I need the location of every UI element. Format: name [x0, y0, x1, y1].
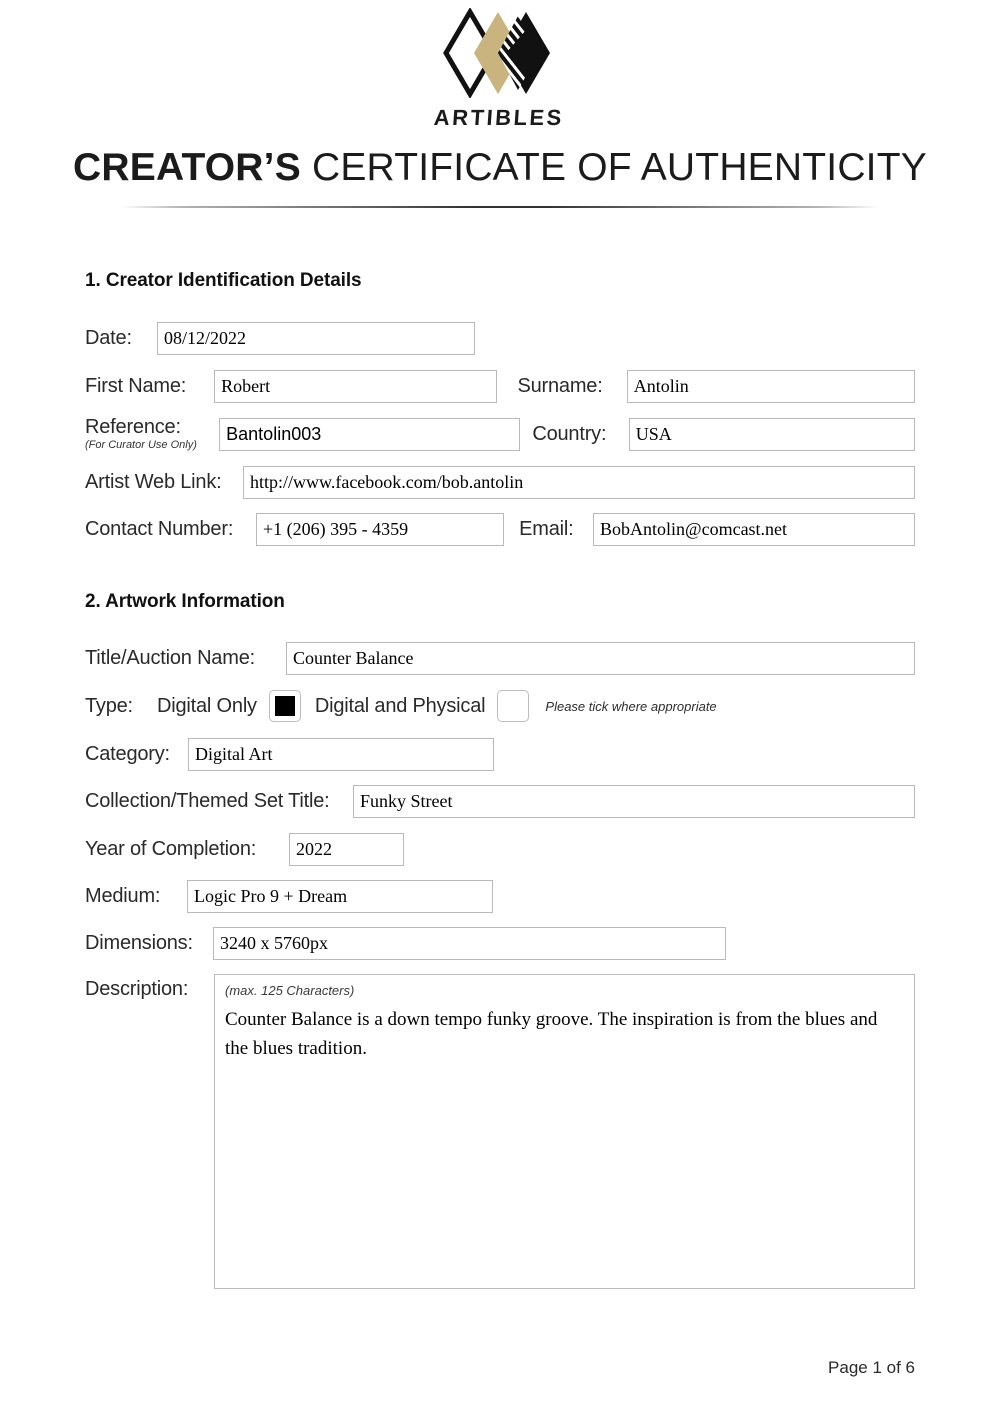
field-row-date: Date: 08/12/2022 — [85, 322, 915, 355]
collection-input[interactable]: Funky Street — [353, 785, 915, 819]
label-country: Country: — [532, 422, 607, 445]
checkbox-digital-only[interactable] — [268, 690, 301, 723]
field-row-reference: Reference: (For Curator Use Only) Bantol… — [85, 416, 916, 452]
label-dimensions: Dimensions: — [85, 932, 193, 955]
medium-input[interactable]: Logic Pro 9 + Dream — [187, 880, 493, 914]
label-date: Date: — [85, 327, 132, 349]
label-reference-main: Reference: — [85, 416, 181, 438]
title-divider — [120, 206, 880, 208]
artist-web-link-input[interactable]: http://www.facebook.com/bob.antolin — [243, 466, 915, 500]
label-reference: Reference: (For Curator Use Only) — [85, 416, 219, 452]
label-medium: Medium: — [85, 885, 161, 908]
field-row-title-auction: Title/Auction Name: Counter Balance — [85, 642, 915, 676]
document-header: ARTIBLES CREATOR’S CERTIFICATE OF AUTHEN… — [0, 0, 1000, 208]
field-row-category: Category: Digital Art — [85, 738, 915, 772]
checkbox-digital-only-mark — [274, 696, 295, 717]
dimensions-input[interactable]: 3240 x 5760px — [213, 927, 726, 961]
field-row-web-link: Artist Web Link: http://www.facebook.com… — [85, 466, 915, 500]
label-description: Description: — [85, 978, 189, 1001]
field-row-medium: Medium: Logic Pro 9 + Dream — [85, 880, 915, 914]
year-input[interactable]: 2022 — [289, 833, 404, 867]
description-textarea[interactable]: (max. 125 Characters) Counter Balance is… — [214, 974, 915, 1290]
field-row-dimensions: Dimensions: 3240 x 5760px — [85, 927, 915, 961]
page-title-strong: CREATOR’S — [73, 146, 301, 189]
label-category: Category: — [85, 743, 170, 766]
label-first-name: First Name: — [85, 375, 187, 397]
field-row-contact: Contact Number: +1 (206) 395 - 4359 Emai… — [85, 513, 915, 547]
label-title-auction-name: Title/Auction Name: — [85, 647, 255, 670]
field-row-description: Description: (max. 125 Characters) Count… — [85, 974, 915, 1290]
artibles-diamonds-logo-icon — [443, 8, 550, 98]
label-contact-number: Contact Number: — [85, 518, 234, 541]
page-title: CREATOR’S CERTIFICATE OF AUTHENTICITY — [0, 146, 1000, 190]
description-hint: (max. 125 Characters) — [225, 983, 355, 999]
type-hint: Please tick where appropriate — [545, 698, 717, 714]
label-digital-only: Digital Only — [157, 694, 257, 717]
description-text: Counter Balance is a down tempo funky gr… — [225, 1009, 878, 1059]
label-surname: Surname: — [517, 375, 603, 397]
label-digital-and-physical: Digital and Physical — [314, 694, 486, 717]
contact-number-input[interactable]: +1 (206) 395 - 4359 — [256, 513, 505, 547]
checkbox-digital-and-physical[interactable] — [497, 690, 530, 723]
section-heading-artwork-information: 2. Artwork Information — [85, 591, 285, 613]
field-row-collection: Collection/Themed Set Title: Funky Stree… — [85, 785, 915, 819]
label-email: Email: — [519, 518, 574, 541]
field-row-name: First Name: Robert Surname: Antolin — [85, 370, 915, 403]
artibles-wordmark: ARTIBLES — [433, 105, 565, 130]
section-heading-creator-identification: 1. Creator Identification Details — [85, 270, 362, 291]
surname-input[interactable]: Antolin — [626, 370, 915, 403]
category-input[interactable]: Digital Art — [188, 738, 494, 772]
reference-input[interactable]: Bantolin003 — [219, 417, 521, 451]
country-input[interactable]: USA — [628, 417, 916, 451]
field-row-type: Type: Digital Only Digital and Physical … — [85, 690, 915, 723]
label-type: Type: — [85, 694, 133, 717]
first-name-input[interactable]: Robert — [214, 370, 498, 403]
field-row-year: Year of Completion: 2022 — [85, 833, 915, 867]
document-body: 1. Creator Identification Details Date: … — [0, 270, 1000, 1290]
title-auction-name-input[interactable]: Counter Balance — [286, 642, 915, 676]
label-artist-web-link: Artist Web Link: — [85, 471, 222, 494]
svg-text:ARTIBLES: ARTIBLES — [433, 105, 565, 130]
email-input[interactable]: BobAntolin@comcast.net — [593, 513, 915, 547]
label-year-of-completion: Year of Completion: — [85, 838, 257, 861]
page-footer: Page 1 of 6 — [828, 1358, 915, 1377]
label-collection-themed-set-title: Collection/Themed Set Title: — [85, 790, 330, 813]
page-title-rest: CERTIFICATE OF AUTHENTICITY — [311, 146, 927, 189]
label-reference-sub: (For Curator Use Only) — [85, 439, 197, 451]
date-input[interactable]: 08/12/2022 — [157, 322, 475, 355]
